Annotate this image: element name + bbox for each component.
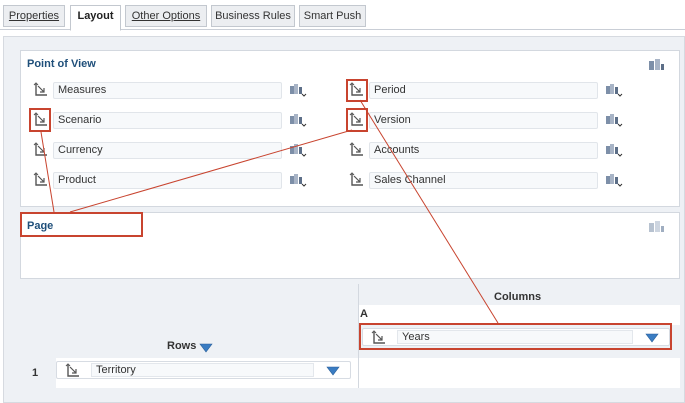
member-selector-icon[interactable] [605, 173, 623, 187]
dimension-label: Version [369, 112, 598, 129]
dimension-axis-icon[interactable] [349, 142, 365, 158]
dropdown-arrow-icon[interactable] [326, 366, 340, 376]
dimension-axis-icon[interactable] [349, 172, 365, 188]
member-selector-icon[interactable] [605, 143, 623, 157]
dimension-label: Accounts [369, 142, 598, 159]
tab-layout[interactable]: Layout [70, 5, 121, 31]
pov-title: Point of View [27, 58, 96, 70]
pov-dimension-product[interactable]: Product [33, 172, 333, 190]
pov-dimension-version[interactable]: Version [349, 112, 649, 130]
column-dimension-years[interactable]: Years [362, 328, 670, 346]
dimension-axis-icon[interactable] [349, 82, 365, 98]
pov-dimension-scenario[interactable]: Scenario [33, 112, 333, 130]
member-selector-icon[interactable] [289, 173, 307, 187]
pov-dimension-sales-channel[interactable]: Sales Channel [349, 172, 649, 190]
dimension-axis-icon[interactable] [349, 112, 365, 128]
tab-label: Business Rules [215, 10, 291, 22]
columns-segment-label: A [360, 308, 368, 320]
member-selector-icon[interactable] [648, 220, 666, 234]
columns-label: Columns [494, 291, 542, 303]
tab-smart-push[interactable]: Smart Push [299, 5, 366, 27]
dropdown-arrow-icon[interactable] [645, 333, 659, 343]
tab-label: Smart Push [303, 10, 362, 22]
dimension-label: Measures [53, 82, 282, 99]
page-panel[interactable]: Page [20, 212, 680, 279]
dimension-label: Period [369, 82, 598, 99]
columns-segment-row [358, 305, 680, 325]
dropdown-arrow-icon[interactable] [199, 343, 213, 353]
member-selector-icon[interactable] [605, 113, 623, 127]
member-selector-icon[interactable] [648, 58, 666, 72]
dimension-label: Sales Channel [369, 172, 598, 189]
dimension-axis-icon[interactable] [33, 82, 49, 98]
tab-other-options[interactable]: Other Options [125, 5, 207, 27]
dimension-axis-icon[interactable] [371, 330, 387, 346]
member-selector-icon[interactable] [605, 83, 623, 97]
pov-dimension-period[interactable]: Period [349, 82, 649, 100]
tab-bar: Properties Layout Other Options Business… [0, 0, 685, 31]
dimension-axis-icon[interactable] [33, 172, 49, 188]
dimension-label: Currency [53, 142, 282, 159]
tab-label: Properties [8, 10, 60, 22]
member-selector-icon[interactable] [289, 113, 307, 127]
tab-business-rules[interactable]: Business Rules [211, 5, 295, 27]
tab-properties[interactable]: Properties [3, 5, 65, 27]
tab-label: Other Options [131, 10, 201, 22]
dimension-label: Territory [91, 363, 314, 377]
pov-dimension-currency[interactable]: Currency [33, 142, 333, 160]
grid-divider [358, 284, 359, 388]
dimension-label: Product [53, 172, 282, 189]
dimension-axis-icon[interactable] [33, 142, 49, 158]
page-title: Page [27, 220, 54, 232]
member-selector-icon[interactable] [289, 83, 307, 97]
pov-dimension-accounts[interactable]: Accounts [349, 142, 649, 160]
dimension-axis-icon[interactable] [65, 363, 81, 379]
dimension-label: Scenario [53, 112, 282, 129]
tab-label: Layout [77, 10, 114, 22]
dimension-axis-icon[interactable] [33, 112, 49, 128]
row-index: 1 [32, 367, 39, 379]
dimension-label: Years [397, 330, 633, 344]
row-dimension-territory[interactable]: Territory [56, 361, 351, 379]
rows-label: Rows [167, 340, 197, 352]
pov-dimension-measures[interactable]: Measures [33, 82, 333, 100]
member-selector-icon[interactable] [289, 143, 307, 157]
